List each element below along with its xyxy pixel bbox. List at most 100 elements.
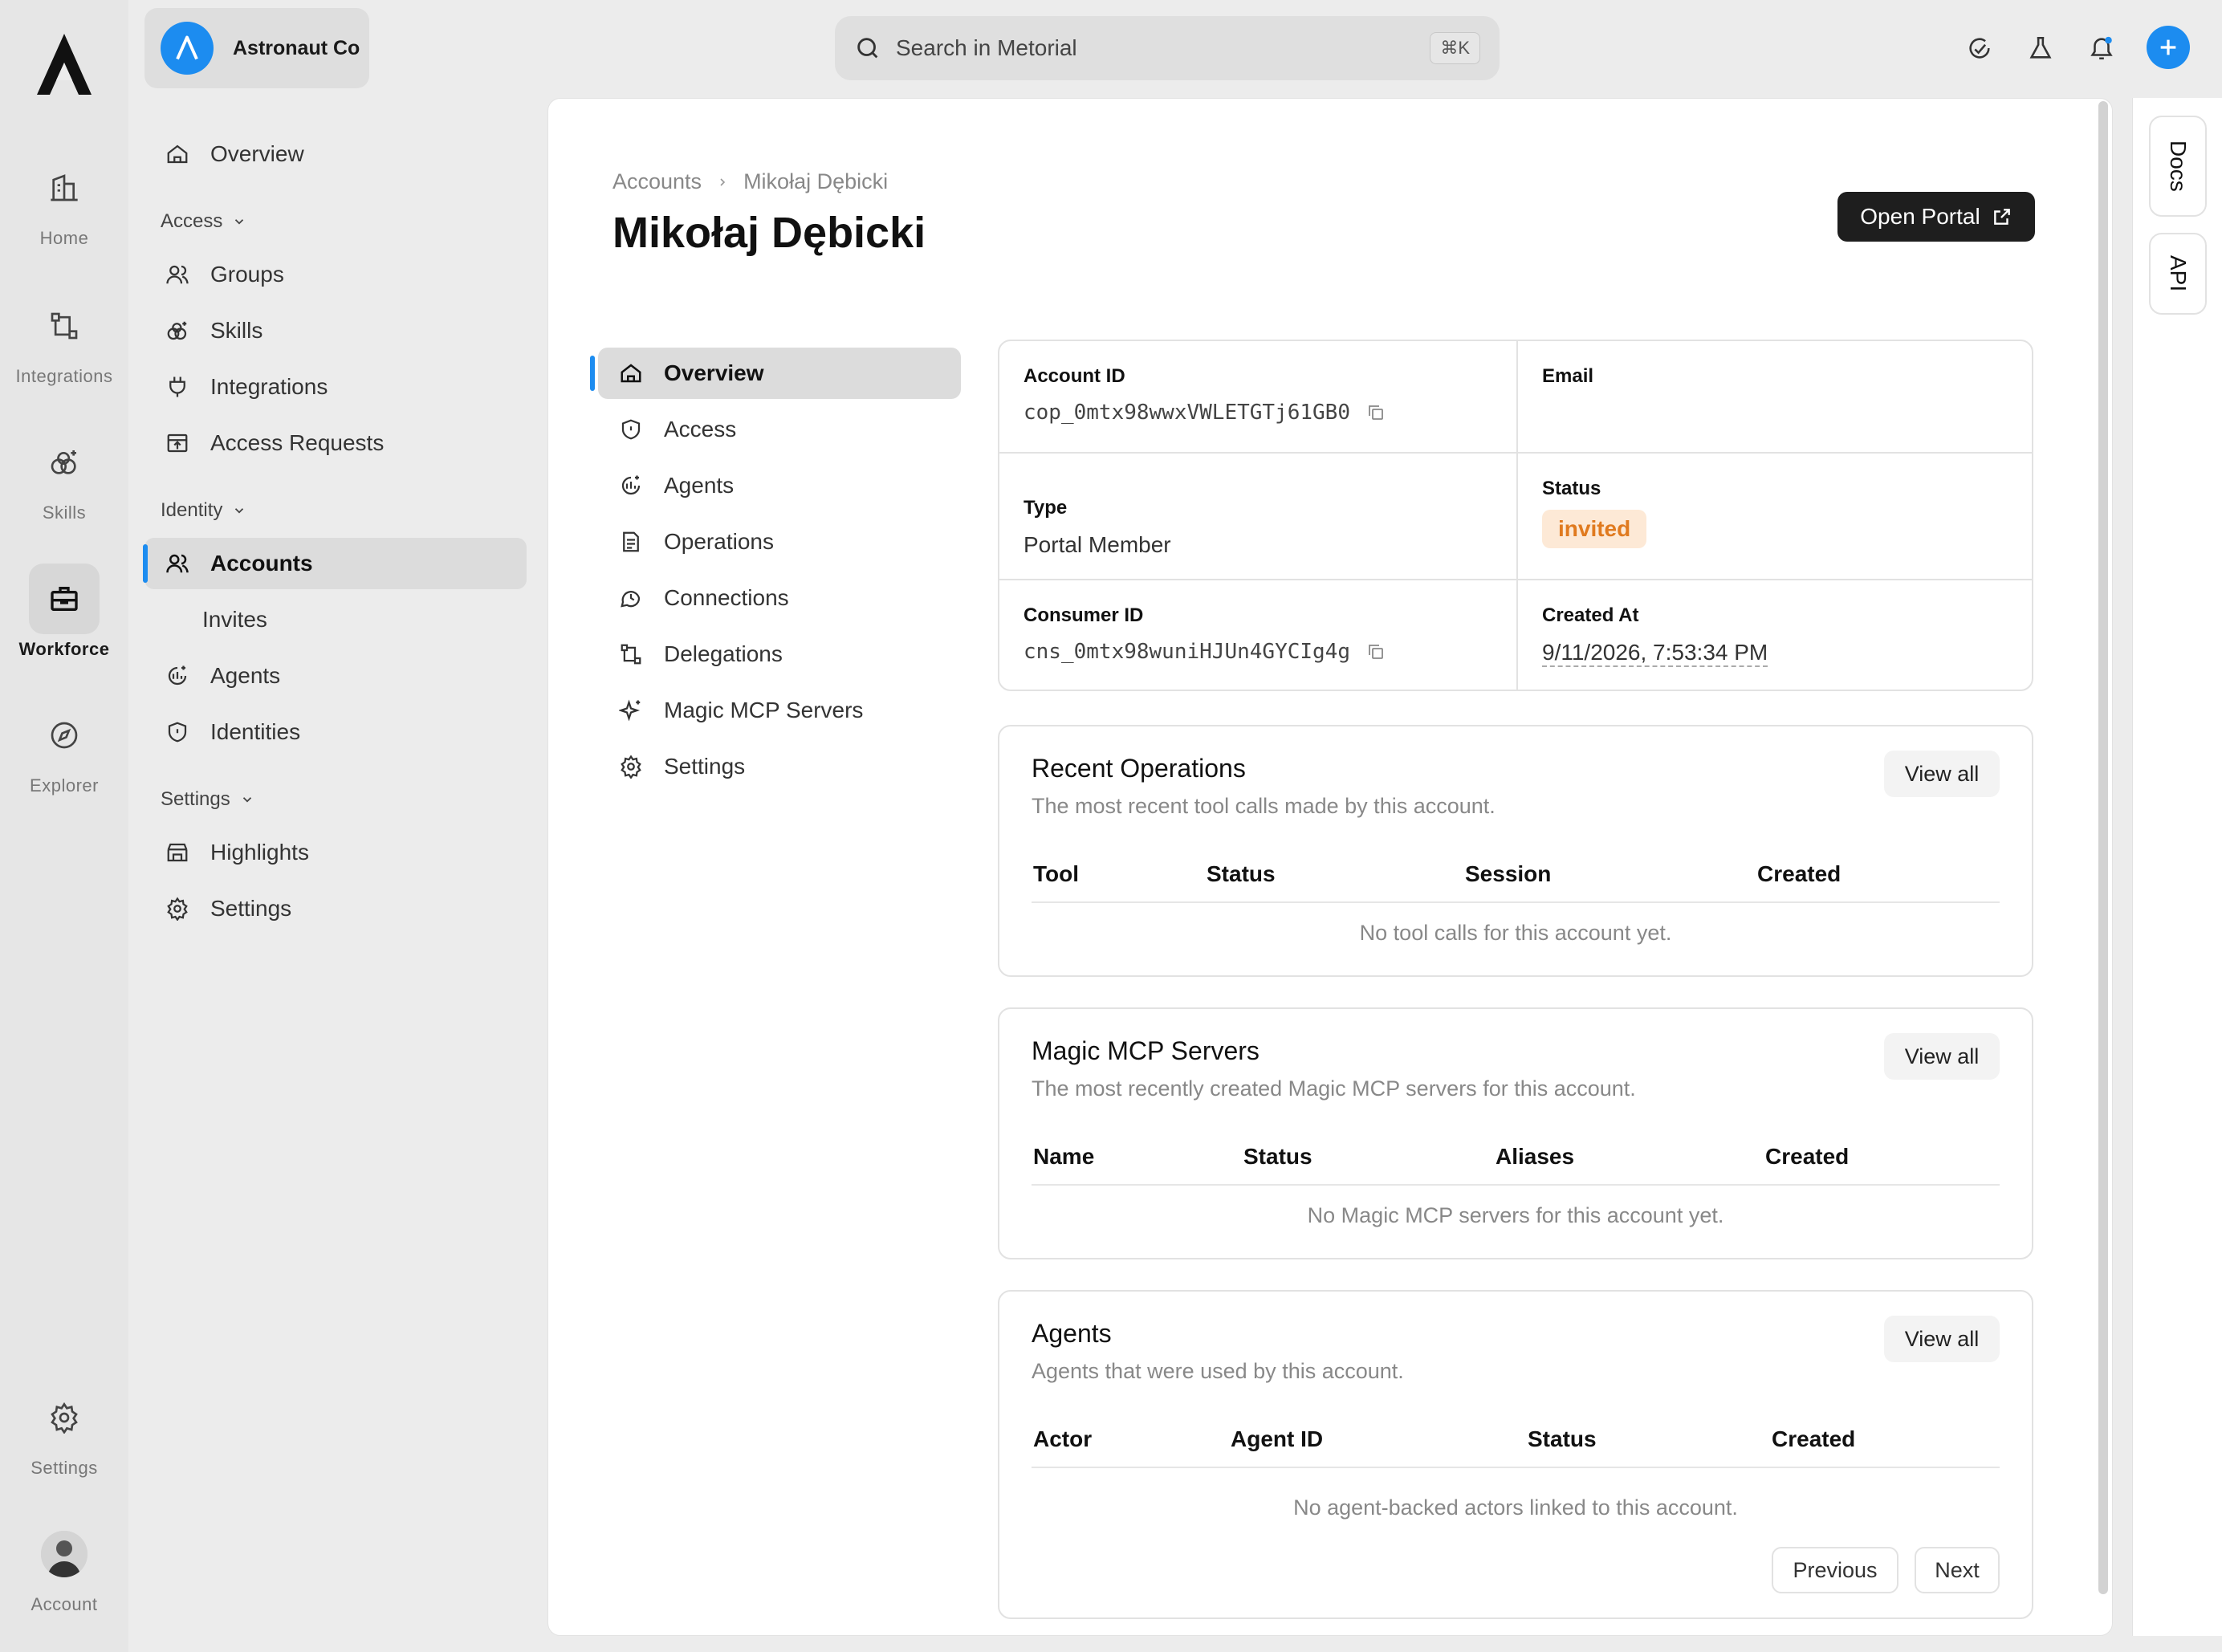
column-header: Aliases [1496,1144,1575,1169]
breadcrumb: Accounts Mikołaj Dębicki [612,169,888,194]
created-at-cell: Created At 9/11/2026, 7:53:34 PM [1518,580,1792,690]
search-shortcut: ⌘K [1430,32,1480,64]
search-bar[interactable]: Search in Metorial ⌘K [835,16,1500,80]
type-value: Portal Member [1024,532,1171,557]
users-icon [166,554,189,573]
rail-item-explorer[interactable]: Explorer [0,700,128,812]
recent-operations-card: Recent Operations The most recent tool c… [998,725,2033,977]
column-header: Session [1465,861,1552,886]
notifications-button[interactable] [2084,31,2119,66]
nav-item-integrations[interactable]: Integrations [144,361,527,413]
magic-mcp-view-all-button[interactable]: View all [1884,1033,2000,1080]
workflow-icon [621,644,641,665]
rail-item-integrations[interactable]: Integrations [0,291,128,403]
account-id-cell: Account ID cop_0mtx98wwxVWLETGTj61GB0 [999,341,1410,449]
api-tab[interactable]: API [2149,233,2207,315]
rail-item-skills[interactable]: Skills [0,427,128,539]
nav-item-invites[interactable]: Invites [202,607,267,633]
column-header: Tool [1033,861,1080,886]
feedback-button[interactable] [1962,31,1997,66]
nav-item-agents[interactable]: Agents [144,650,527,702]
docs-tab[interactable]: Docs [2149,116,2207,217]
nav-item-identities[interactable]: Identities [144,706,527,758]
org-name: Astronaut Co [233,36,360,59]
rail-item-home[interactable]: Home [0,153,128,265]
status-badge: invited [1542,510,1647,548]
tab-operations[interactable]: Operations [598,516,961,568]
chevron-down-icon [235,219,244,225]
chevron-down-icon [242,797,251,803]
flask-icon [2029,36,2052,59]
users-icon [166,265,189,284]
nav-item-settings[interactable]: Settings [144,883,527,934]
chat-sparkle-icon [1969,38,1990,59]
shield-icon [621,419,641,440]
nav-item-highlights[interactable]: Highlights [144,827,527,878]
created-at-value[interactable]: 9/11/2026, 7:53:34 PM [1542,640,1768,667]
nav-item-groups[interactable]: Groups [144,249,527,300]
recent-operations-description: The most recent tool calls made by this … [1032,794,1496,818]
compass-icon [51,722,78,749]
empty-state: No Magic MCP servers for this account ye… [1307,1203,1724,1227]
tab-magic-mcp-servers[interactable]: Magic MCP Servers [598,685,961,736]
nav-item-access-requests[interactable]: Access Requests [144,417,527,469]
recent-operations-view-all-button[interactable]: View all [1884,751,2000,797]
tab-connections[interactable]: Connections [598,572,961,624]
breadcrumb-current: Mikołaj Dębicki [743,169,889,193]
copy-icon[interactable] [1366,403,1386,422]
docs-rail: Docs API [2132,98,2222,1636]
search-icon [857,38,878,59]
agents-title: Agents [1032,1319,1112,1348]
briefcase-icon [51,587,78,611]
skills-icon [167,321,187,340]
gear-icon [621,755,641,779]
org-switcher[interactable]: Astronaut Co [144,8,369,88]
column-header: Created [1765,1144,1850,1169]
rail-item-account[interactable]: Account [0,1519,128,1631]
inbox-icon [167,433,188,453]
nav-item-accounts[interactable]: Accounts [143,538,527,589]
workflow-icon [51,312,78,340]
copy-icon[interactable] [1366,642,1386,661]
side-nav: Astronaut Co Overview Access Groups Skil… [128,0,546,1652]
metorial-logo-icon[interactable] [34,31,95,98]
next-button[interactable]: Next [1915,1547,2000,1593]
plug-icon [169,376,185,397]
page-title: Mikołaj Dębicki [612,209,926,257]
tab-settings[interactable]: Settings [598,741,961,792]
gear-icon [51,1402,78,1434]
magic-mcp-servers-card: Magic MCP Servers The most recently crea… [998,1007,2033,1259]
nav-group-access[interactable]: Access [161,210,246,233]
message-clock-icon [621,591,641,608]
tab-agents[interactable]: Agents [598,460,961,511]
tab-overview[interactable]: Overview [590,348,961,399]
building-icon [51,174,78,201]
gear-icon [167,897,188,921]
previous-button[interactable]: Previous [1772,1547,1898,1593]
rail-item-settings[interactable]: Settings [0,1382,128,1495]
open-portal-button[interactable]: Open Portal [1837,192,2035,242]
column-header: Agent ID [1231,1426,1324,1451]
magic-mcp-title: Magic MCP Servers [1032,1036,1260,1065]
tab-delegations[interactable]: Delegations [598,629,961,680]
account-id-value: cop_0mtx98wwxVWLETGTj61GB0 [1024,401,1350,425]
column-header: Status [1207,861,1276,886]
email-cell: Email [1542,365,1594,387]
nav-group-identity[interactable]: Identity [161,499,246,522]
nav-item-skills[interactable]: Skills [144,305,527,356]
shield-icon [168,722,187,743]
agent-icon [168,665,187,686]
nav-item-overview[interactable]: Overview [144,128,527,180]
rail-item-workforce[interactable]: Workforce [0,564,128,676]
create-button[interactable] [2147,26,2190,69]
search-input[interactable]: Search in Metorial [896,35,1430,61]
nav-group-settings[interactable]: Settings [161,788,254,811]
agents-view-all-button[interactable]: View all [1884,1316,2000,1362]
labs-button[interactable] [2023,31,2058,66]
main-scrollbar[interactable] [2098,101,2108,1594]
tab-access[interactable]: Access [598,404,961,455]
sparkles-icon [619,699,641,722]
skills-icon [51,450,76,474]
type-cell: Type Portal Member [1024,497,1171,557]
breadcrumb-accounts[interactable]: Accounts [612,169,702,194]
